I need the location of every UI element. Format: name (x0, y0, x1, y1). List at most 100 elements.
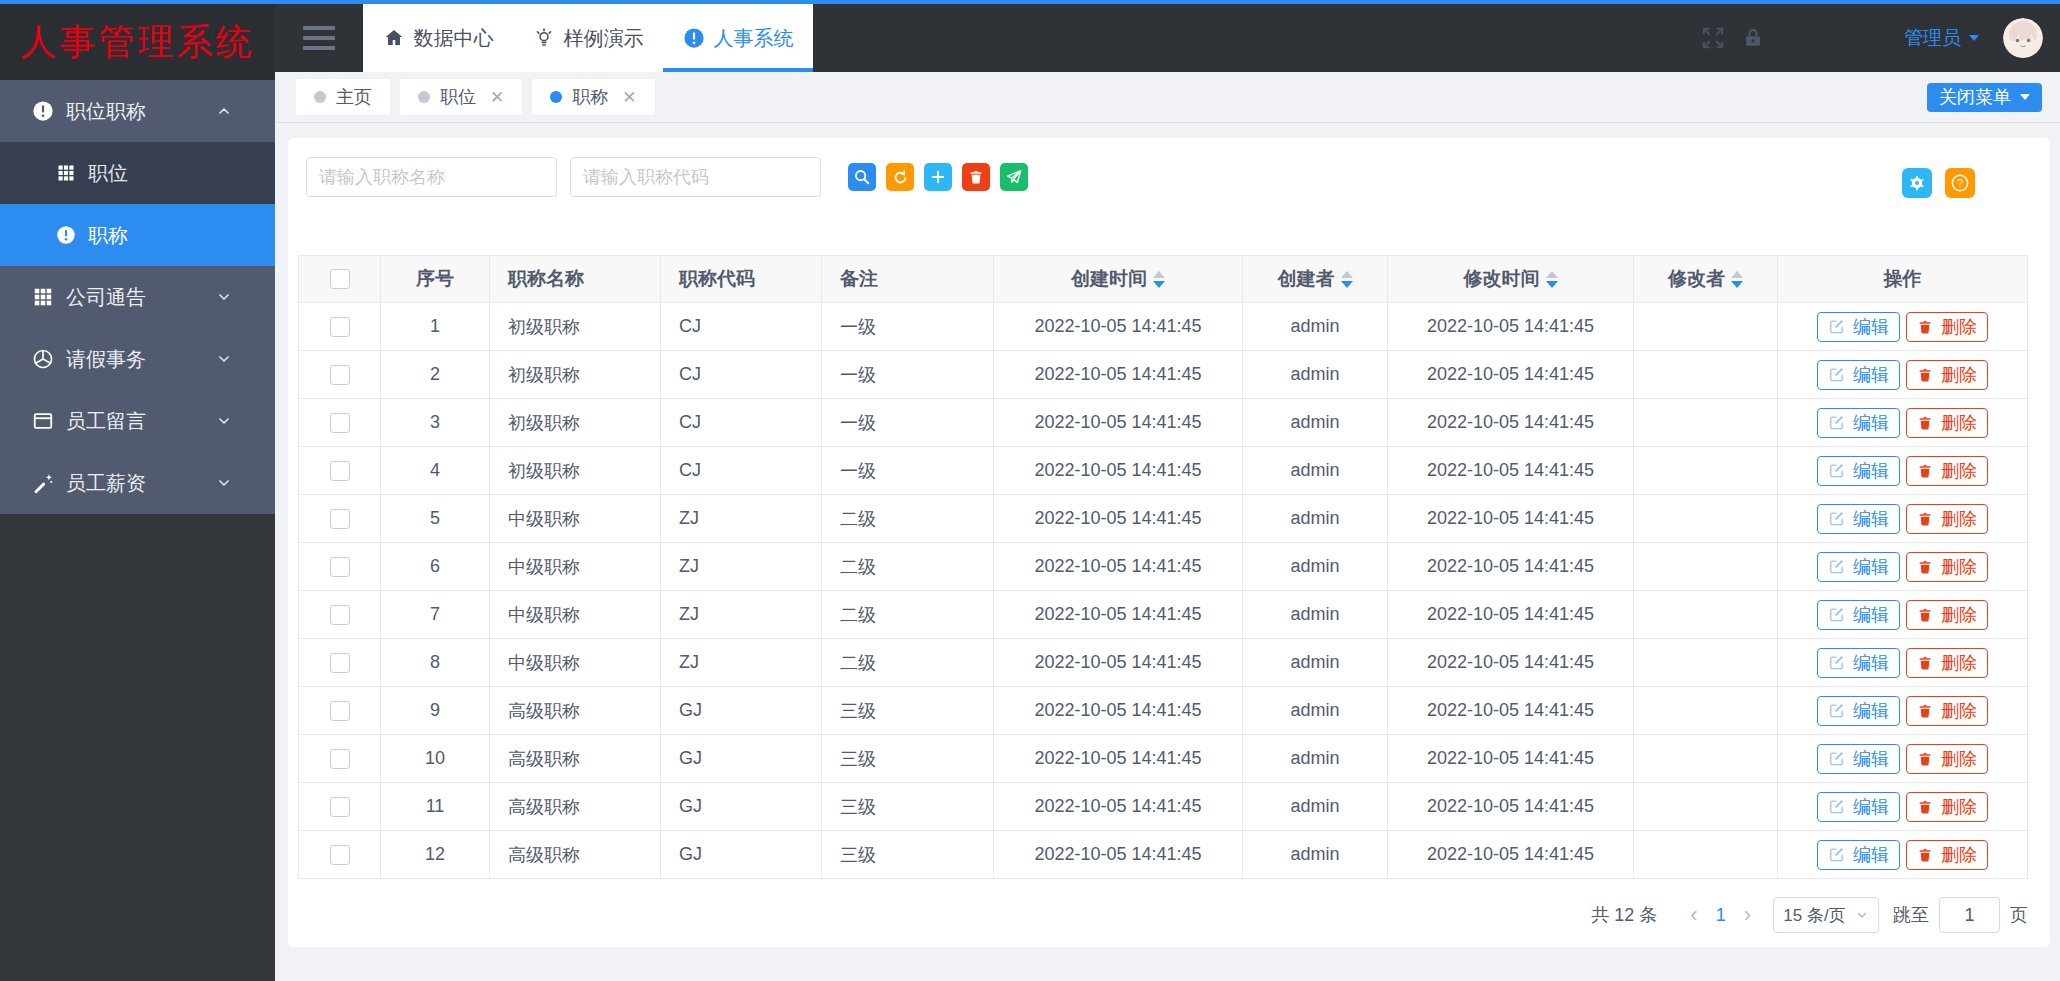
sort-icons[interactable] (1546, 271, 1558, 288)
column-header-label: 操作 (1884, 266, 1922, 292)
row-checkbox[interactable] (330, 557, 350, 577)
delete-button[interactable]: 删除 (1906, 504, 1988, 534)
row-checkbox[interactable] (330, 797, 350, 817)
edit-button[interactable]: 编辑 (1817, 696, 1900, 726)
page-tab[interactable]: 职称✕ (531, 78, 655, 116)
edit-button[interactable]: 编辑 (1817, 360, 1900, 390)
delete-button[interactable]: 删除 (1906, 360, 1988, 390)
refresh-button[interactable] (886, 163, 914, 191)
sort-asc-icon[interactable] (1153, 271, 1165, 278)
page-tab[interactable]: 职位 ✕ (399, 78, 523, 116)
delete-button[interactable]: 删除 (1906, 696, 1988, 726)
delete-button[interactable]: 删除 (1906, 792, 1988, 822)
edit-button[interactable]: 编辑 (1817, 408, 1900, 438)
sidebar-filler (0, 514, 275, 981)
delete-button[interactable]: 删除 (1906, 744, 1988, 774)
delete-button[interactable]: 删除 (1906, 312, 1988, 342)
sort-asc-icon[interactable] (1546, 271, 1558, 278)
sort-asc-icon[interactable] (1341, 271, 1353, 278)
send-button[interactable] (1000, 163, 1028, 191)
row-checkbox[interactable] (330, 365, 350, 385)
sort-icons[interactable] (1731, 271, 1743, 288)
column-header[interactable]: 创建时间 (994, 256, 1243, 303)
close-icon[interactable]: ✕ (490, 89, 504, 106)
plus-button[interactable] (924, 163, 952, 191)
edit-button[interactable]: 编辑 (1817, 312, 1900, 342)
row-checkbox[interactable] (330, 461, 350, 481)
column-header[interactable]: 创建者 (1243, 256, 1388, 303)
question-button[interactable]: ? (1945, 168, 1975, 198)
sidebar-subitem[interactable]: 职位 (0, 142, 275, 204)
trash-button[interactable] (962, 163, 990, 191)
row-checkbox[interactable] (330, 749, 350, 769)
edit-button[interactable]: 编辑 (1817, 792, 1900, 822)
edit-button[interactable]: 编辑 (1817, 552, 1900, 582)
sort-asc-icon[interactable] (1731, 271, 1743, 278)
edit-label: 编辑 (1853, 315, 1889, 339)
page-size-select[interactable]: 15 条/页 (1773, 897, 1879, 933)
jump-page-input[interactable] (1939, 897, 2000, 933)
page-tab-label: 职位 (440, 85, 476, 109)
top-nav-tab[interactable]: 样例演示 (513, 4, 663, 72)
sort-desc-icon[interactable] (1341, 281, 1353, 288)
delete-button[interactable]: 删除 (1906, 600, 1988, 630)
title-code-input[interactable] (570, 157, 821, 197)
top-nav-tab[interactable]: 人事系统 (663, 4, 813, 72)
page-tab[interactable]: 主页 (295, 78, 391, 116)
trash-icon (1917, 751, 1933, 767)
top-nav-tab[interactable]: 数据中心 (363, 4, 513, 72)
next-page-button[interactable]: › (1744, 904, 1751, 926)
sort-desc-icon[interactable] (1546, 281, 1558, 288)
sort-icons[interactable] (1153, 271, 1165, 288)
lock-icon[interactable] (1742, 27, 1764, 49)
row-checkbox[interactable] (330, 653, 350, 673)
row-checkbox[interactable] (330, 509, 350, 529)
close-icon[interactable]: ✕ (622, 89, 636, 106)
edit-button[interactable]: 编辑 (1817, 504, 1900, 534)
sidebar-item[interactable]: 公司通告 (0, 266, 275, 328)
sidebar-item[interactable]: 请假事务 (0, 328, 275, 390)
sidebar-item[interactable]: 员工留言 (0, 390, 275, 452)
sort-icons[interactable] (1341, 271, 1353, 288)
delete-button[interactable]: 删除 (1906, 648, 1988, 678)
row-checkbox[interactable] (330, 605, 350, 625)
sidebar-collapse-button[interactable] (275, 4, 363, 72)
column-header[interactable]: 修改时间 (1388, 256, 1634, 303)
edit-button[interactable]: 编辑 (1817, 648, 1900, 678)
table-cell: 三级 (822, 783, 994, 831)
edit-button[interactable]: 编辑 (1817, 600, 1900, 630)
fullscreen-icon[interactable] (1700, 25, 1726, 51)
sort-desc-icon[interactable] (1731, 281, 1743, 288)
home-icon (383, 27, 405, 49)
table-cell: 2022-10-05 14:41:45 (1388, 303, 1634, 351)
delete-button[interactable]: 删除 (1906, 408, 1988, 438)
sidebar-subitem[interactable]: 职称 (0, 204, 275, 266)
gear-button[interactable] (1902, 168, 1932, 198)
edit-button[interactable]: 编辑 (1817, 744, 1900, 774)
sort-desc-icon[interactable] (1153, 281, 1165, 288)
edit-button[interactable]: 编辑 (1817, 840, 1900, 870)
row-checkbox[interactable] (330, 845, 350, 865)
table-cell (1634, 543, 1778, 591)
edit-label: 编辑 (1853, 795, 1889, 819)
select-all-checkbox[interactable] (330, 269, 350, 289)
delete-button[interactable]: 删除 (1906, 552, 1988, 582)
delete-button[interactable]: 删除 (1906, 840, 1988, 870)
sidebar-item[interactable]: 职位职称 (0, 80, 275, 142)
table-cell: 2 (381, 351, 490, 399)
row-checkbox[interactable] (330, 701, 350, 721)
title-name-input[interactable] (306, 157, 557, 197)
current-page[interactable]: 1 (1716, 905, 1726, 926)
avatar[interactable] (2003, 18, 2043, 58)
row-checkbox[interactable] (330, 317, 350, 337)
close-menu-button[interactable]: 关闭菜单 (1927, 83, 2042, 112)
edit-button[interactable]: 编辑 (1817, 456, 1900, 486)
column-header-label: 创建时间 (1071, 266, 1147, 292)
delete-button[interactable]: 删除 (1906, 456, 1988, 486)
search-button[interactable] (848, 163, 876, 191)
sidebar-item[interactable]: 员工薪资 (0, 452, 275, 514)
column-header[interactable]: 修改者 (1634, 256, 1778, 303)
user-menu[interactable]: 管理员 (1904, 25, 1979, 51)
row-checkbox[interactable] (330, 413, 350, 433)
prev-page-button[interactable]: ‹ (1690, 904, 1697, 926)
